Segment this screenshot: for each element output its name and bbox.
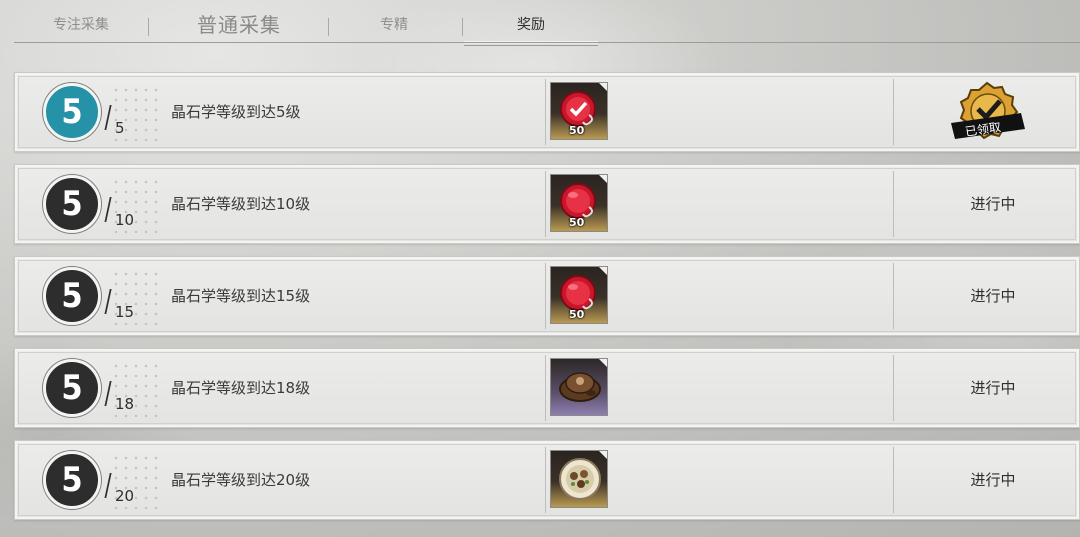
reward-row: 5 / 15 晶石学等级到达15级 50 进行中 [14, 256, 1080, 336]
reward-item-slot[interactable]: 50 [550, 82, 608, 140]
progress-target: 18 [115, 395, 135, 413]
tab-bar: 专注采集 普通采集 专精 奖励 [14, 8, 1080, 46]
column-divider [893, 447, 894, 513]
tab-specialization[interactable]: 专精 [344, 8, 444, 42]
progress-target: 20 [115, 487, 135, 505]
task-description: 晶石学等级到达15级 [171, 287, 311, 305]
progress-slash: / [104, 468, 112, 503]
progress-slash: / [104, 100, 112, 135]
status-label: 进行中 [970, 471, 1016, 489]
column-divider [545, 171, 546, 237]
reward-item-slot[interactable]: 50 [550, 174, 608, 232]
task-description: 晶石学等级到达5级 [171, 103, 301, 121]
item-quantity: 50 [569, 216, 585, 229]
reward-row: 5 / 10 晶石学等级到达10级 50 进行中 [14, 164, 1080, 244]
column-divider [545, 263, 546, 329]
progress-current-badge: 5 [43, 267, 101, 325]
progress-target: 10 [115, 211, 135, 229]
claimed-stamp: 已领取 [947, 79, 1027, 145]
tab-underline [14, 42, 1080, 43]
progress-slash: / [104, 284, 112, 319]
column-divider [893, 355, 894, 421]
task-description: 晶石学等级到达18级 [171, 379, 311, 397]
reward-row: 5 / 18 晶石学等级到达18级 进行中 [14, 348, 1080, 428]
tab-focus-gathering[interactable]: 专注采集 [26, 8, 136, 42]
food-plate-icon [559, 458, 601, 500]
reward-row: 5 / 20 晶石学等级到达20级 进行中 [14, 440, 1080, 520]
task-description: 晶石学等级到达10级 [171, 195, 311, 213]
column-divider [893, 79, 894, 145]
progress-current-badge: 5 [43, 359, 101, 417]
reward-item-slot[interactable] [550, 450, 608, 508]
progress-current-badge: 5 [43, 175, 101, 233]
column-divider [893, 263, 894, 329]
tab-divider [328, 18, 329, 36]
progress-target: 5 [115, 119, 125, 137]
status-label: 进行中 [970, 379, 1016, 397]
progress-slash: / [104, 192, 112, 227]
progress-current-badge: 5 [43, 451, 101, 509]
reward-item-slot[interactable]: 50 [550, 266, 608, 324]
tab-divider [462, 18, 463, 36]
column-divider [545, 355, 546, 421]
task-description: 晶石学等级到达20级 [171, 471, 311, 489]
progress-target: 15 [115, 303, 135, 321]
reward-row: 5 / 5 晶石学等级到达5级 50 已领取 [14, 72, 1080, 152]
column-divider [893, 171, 894, 237]
tab-divider [148, 18, 149, 36]
column-divider [545, 447, 546, 513]
progress-current-badge: 5 [43, 83, 101, 141]
reward-item-slot[interactable] [550, 358, 608, 416]
claimed-stamp-icon: 已领取 [951, 81, 1025, 140]
item-quantity: 50 [569, 308, 585, 321]
tab-rewards[interactable]: 奖励 [464, 8, 598, 46]
tab-normal-gathering[interactable]: 普通采集 [164, 8, 314, 42]
progress-slash: / [104, 376, 112, 411]
status-label: 进行中 [970, 195, 1016, 213]
column-divider [545, 79, 546, 145]
item-quantity: 50 [569, 124, 585, 137]
mushroom-cap-icon [559, 372, 601, 402]
status-label: 进行中 [970, 287, 1016, 305]
